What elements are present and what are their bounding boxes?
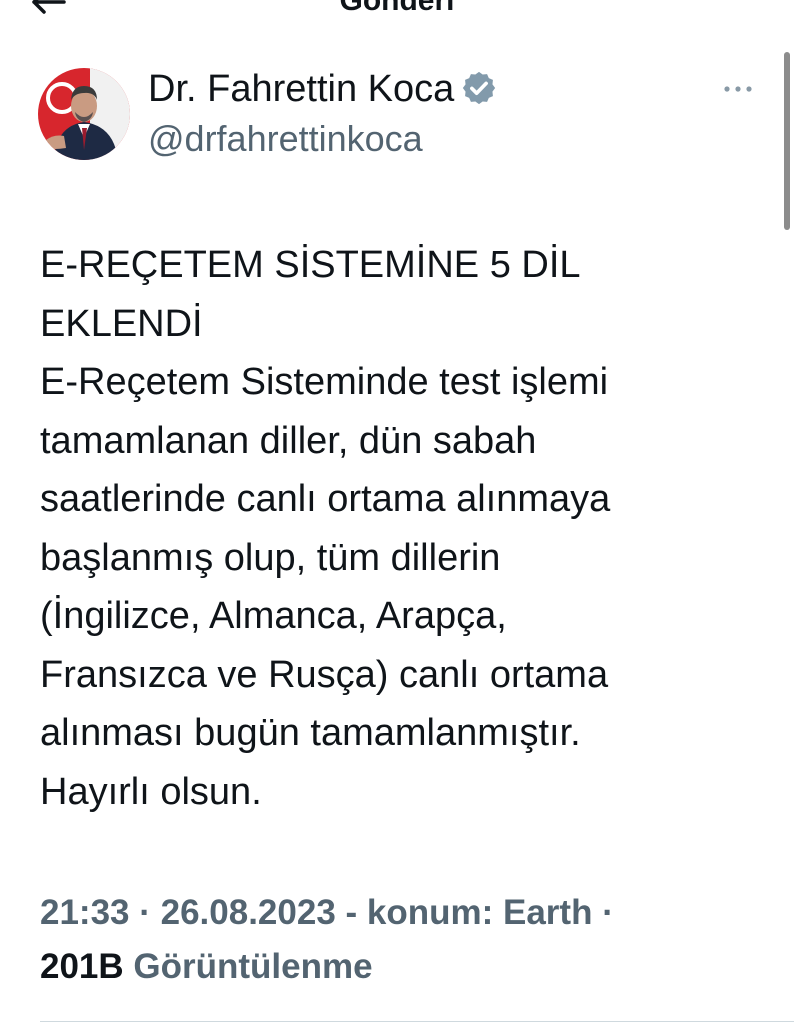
tweet-detail-screen: Gönderi Dr. Fahrettin Koca @drfahrettink… <box>0 0 794 1024</box>
author-name-text[interactable]: Dr. Fahrettin Koca <box>148 68 454 110</box>
page-title: Gönderi <box>339 0 455 17</box>
views-count: 201B <box>40 947 124 986</box>
author-handle[interactable]: @drfahrettinkoca <box>148 116 423 162</box>
tweet-views[interactable]: 201B Görüntülenme <box>40 942 373 992</box>
more-options-button[interactable] <box>720 74 756 104</box>
more-options-icon <box>724 86 752 92</box>
author-name[interactable]: Dr. Fahrettin Koca <box>148 66 498 112</box>
top-navigation-bar: Gönderi <box>0 0 794 24</box>
divider <box>40 1021 794 1022</box>
tweet-timestamp-location[interactable]: 21:33 · 26.08.2023 - konum: Earth · <box>40 888 614 938</box>
avatar-photo <box>38 68 130 160</box>
tweet-text: E-REÇETEM SİSTEMİNE 5 DİL EKLENDİ E-Reçe… <box>40 244 611 813</box>
avatar[interactable] <box>38 68 130 160</box>
scrollbar-thumb[interactable] <box>784 52 790 230</box>
verified-badge-icon <box>460 69 498 107</box>
views-label: Görüntülenme <box>133 947 373 986</box>
